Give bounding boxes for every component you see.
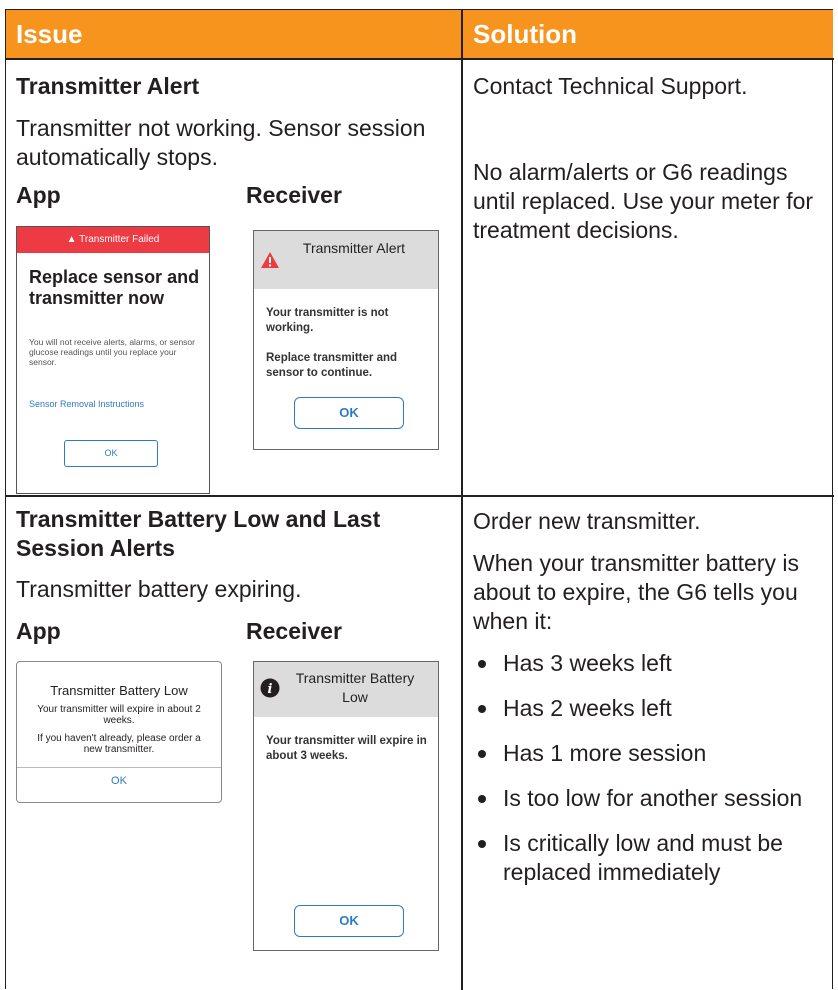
row1-description: Transmitter not working. Sensor session … [16,115,426,170]
row2-description: Transmitter battery expiring. [16,576,302,602]
receiver-battery-low-screen: i Transmitter Battery Low Your transmitt… [253,661,439,951]
sensor-removal-link[interactable]: Sensor Removal Instructions [29,399,144,409]
app-battery-line2: If you haven't already, please order a n… [37,733,201,755]
info-circle-icon: i [260,678,280,703]
row2-solution-cell: Order new transmitter. When your transmi… [473,505,828,985]
row2-issue-cell: Transmitter Battery Low and Last Session… [16,505,456,985]
receiver-battery-ok-button[interactable]: OK [294,905,404,937]
row1-solution-2: No alarm/alerts or G6 readings until rep… [473,159,814,243]
receiver-ok-button[interactable]: OK [294,397,404,429]
receiver-title: Transmitter Alert [302,240,406,256]
column-divider [461,10,463,990]
app-battery-line1: Your transmitter will expire in about 2 … [37,704,201,726]
row1-solution-cell: Contact Technical Support. No alarm/aler… [473,70,828,490]
bullet-dot [478,660,486,668]
row2-receiver-label: Receiver [246,618,342,644]
app-ok-button[interactable]: OK [64,440,158,467]
receiver-battery-title: Transmitter Battery Low [295,670,415,705]
row2-app-label: App [16,618,61,644]
receiver-header: i Transmitter Battery Low [254,662,438,717]
receiver-line1: Your transmitter is not working. [266,307,389,334]
bullet-item: Is too low for another session [503,785,803,811]
bullet-dot [478,705,486,713]
receiver-transmitter-alert-screen: Transmitter Alert Your transmitter is no… [253,230,439,450]
alert-banner: ▲ Transmitter Failed [17,227,209,253]
bullet-dot [478,840,486,848]
row-divider [6,495,834,497]
issue-column-header: Issue [6,10,461,58]
app-heading: Replace sensor and transmitter now [29,267,200,308]
receiver-header: Transmitter Alert [254,231,438,289]
row1-title: Transmitter Alert [16,73,200,99]
troubleshooting-table: Issue Solution Transmitter Alert Transmi… [5,9,834,990]
bullet-dot [478,795,486,803]
bullet-item: Is critically low and must be replaced i… [503,830,783,885]
warning-triangle-icon [260,251,280,274]
solution-column-header: Solution [463,10,833,58]
receiver-battery-line1: Your transmitter will expire in about 3 … [266,735,427,762]
header-divider [6,58,834,60]
row2-title: Transmitter Battery Low and Last Session… [16,506,381,561]
app-battery-heading: Transmitter Battery Low [50,683,188,698]
row1-receiver-label: Receiver [246,182,342,208]
row1-app-label: App [16,182,61,208]
bullet-dot [478,750,486,758]
row1-issue-cell: Transmitter Alert Transmitter not workin… [16,70,456,494]
row2-solution-2: When your transmitter battery is about t… [473,550,799,634]
app-battery-ok-button[interactable]: OK [17,775,221,787]
dialog-divider [17,767,221,768]
row2-solution-1: Order new transmitter. [473,508,701,534]
row1-solution-1: Contact Technical Support. [473,73,748,99]
receiver-line2: Replace transmitter and sensor to contin… [266,352,398,379]
bullet-item: Has 3 weeks left [503,650,672,676]
warning-triangle-icon: ▲ [66,234,77,245]
bullet-item: Has 1 more session [503,740,707,766]
app-battery-low-dialog: Transmitter Battery Low Your transmitter… [16,661,222,803]
bullet-item: Has 2 weeks left [503,695,672,721]
svg-text:i: i [268,682,273,697]
banner-text: Transmitter Failed [79,234,160,245]
app-body: You will not receive alerts, alarms, or … [29,337,195,367]
app-transmitter-failed-screen: ▲ Transmitter Failed Replace sensor and … [16,226,210,494]
